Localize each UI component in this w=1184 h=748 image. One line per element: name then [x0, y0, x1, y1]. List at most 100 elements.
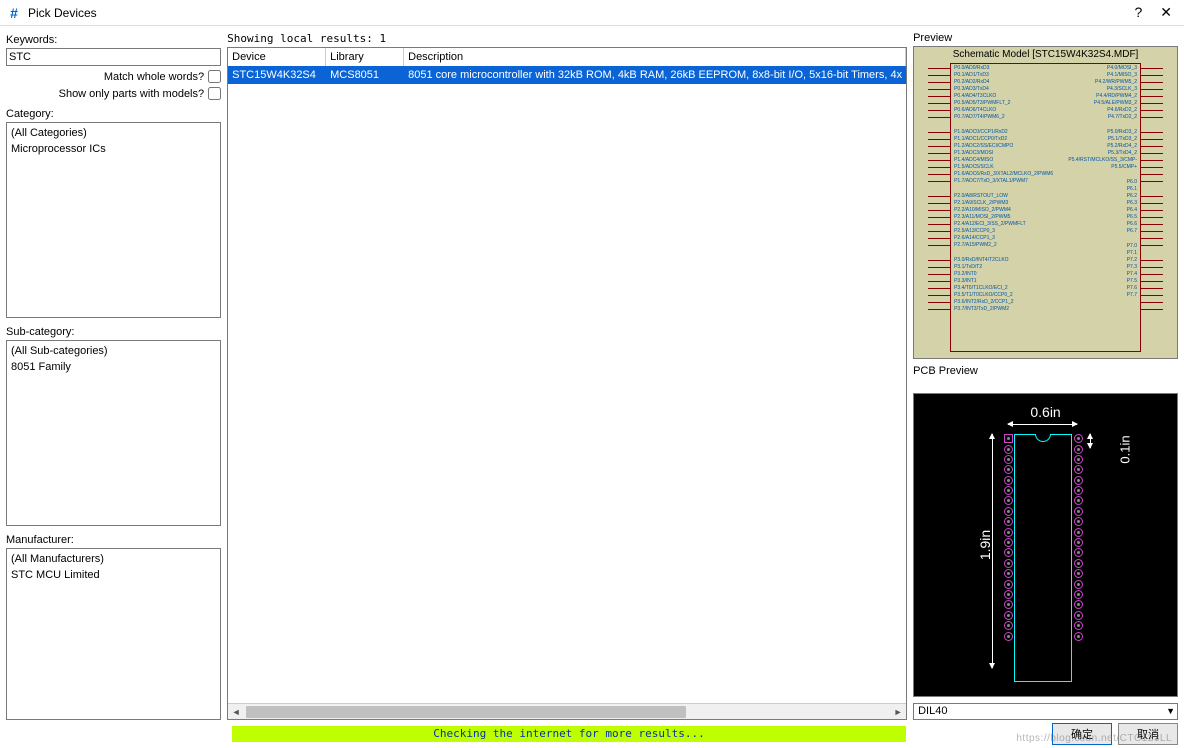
pin-label: P4.7/TxD2_2 — [1068, 114, 1137, 121]
pin-label: P2.2/A10/MISO_2/PWM4 — [954, 207, 1053, 214]
pin-line — [1141, 264, 1163, 271]
scroll-thumb[interactable] — [246, 706, 686, 718]
pin-line — [928, 93, 950, 100]
col-description[interactable]: Description — [404, 48, 906, 66]
pin-line — [928, 129, 950, 136]
pin-label: P7.7 — [1068, 292, 1137, 299]
pin-label: P7.2 — [1068, 257, 1137, 264]
pcb-dim-width: 0.6in — [914, 404, 1177, 420]
pin-line — [928, 271, 950, 278]
cell-device: STC15W4K32S4 — [228, 66, 326, 84]
pin-label: P3.6/INT2/RxD_2/CCP1_2 — [954, 299, 1053, 306]
pin-label: P0.2/AD2/RxD4 — [954, 79, 1053, 86]
scroll-left-icon[interactable]: ◄ — [228, 704, 244, 720]
ok-button[interactable]: 确定 — [1052, 723, 1112, 745]
list-item[interactable]: 8051 Family — [11, 359, 216, 375]
preview-panel: Preview Schematic Model [STC15W4K32S4.MD… — [913, 26, 1184, 720]
results-table: Device Library Description STC15W4K32S4 … — [227, 47, 907, 720]
pcb-preview: 0.6in 1.9in 0.1in — [913, 393, 1178, 697]
pin-label: P4.2/WR/PWM5_2 — [1068, 79, 1137, 86]
pcb-pad — [1004, 611, 1013, 620]
pin-line — [928, 264, 950, 271]
close-button[interactable]: ✕ — [1160, 4, 1172, 21]
scroll-right-icon[interactable]: ► — [890, 704, 906, 720]
pcb-pad — [1004, 600, 1013, 609]
pin-line — [1141, 207, 1163, 214]
pin-label: P3.5/T1/T0CLKO/CCP0_2 — [954, 292, 1053, 299]
pin-label: P6.0 — [1068, 179, 1137, 186]
pin-line — [1141, 100, 1163, 107]
match-whole-checkbox[interactable] — [208, 70, 221, 83]
pcb-pad — [1074, 455, 1083, 464]
help-button[interactable]: ? — [1134, 4, 1142, 21]
subcategory-list[interactable]: (All Sub-categories) 8051 Family — [6, 340, 221, 526]
horizontal-scrollbar[interactable]: ◄ ► — [228, 703, 906, 719]
col-library[interactable]: Library — [326, 48, 404, 66]
pcb-pad — [1074, 600, 1083, 609]
pcb-pad — [1074, 476, 1083, 485]
pin-line — [928, 143, 950, 150]
cancel-button[interactable]: 取消 — [1118, 723, 1178, 745]
cell-description: 8051 core microcontroller with 32kB ROM,… — [404, 66, 906, 84]
pin-line — [928, 65, 950, 72]
pin-label: P1.0/ADC0/CCP1/RxD2 — [954, 129, 1053, 136]
keywords-input[interactable] — [6, 48, 221, 66]
manufacturer-list[interactable]: (All Manufacturers) STC MCU Limited — [6, 548, 221, 720]
pin-label: P5.1/TxD3_2 — [1068, 136, 1137, 143]
list-item[interactable]: (All Sub-categories) — [11, 343, 216, 359]
pcb-pad — [1074, 611, 1083, 620]
list-item[interactable]: (All Manufacturers) — [11, 551, 216, 567]
pcb-pad — [1004, 465, 1013, 474]
pin-line — [928, 242, 950, 249]
pin-line — [928, 278, 950, 285]
pin-label: P0.5/AD5/T3/PWMFLT_2 — [954, 100, 1053, 107]
pcb-pad — [1074, 621, 1083, 630]
pin-line — [1141, 242, 1163, 249]
pcb-pad — [1074, 559, 1083, 568]
pin-label: P1.3/ADC3/MOSI — [954, 150, 1053, 157]
pin-label: P3.3/INT1 — [954, 278, 1053, 285]
pcb-pad — [1004, 621, 1013, 630]
results-status: Showing local results: 1 — [227, 32, 907, 45]
pin-label: P5.2/RxD4_2 — [1068, 143, 1137, 150]
match-whole-label: Match whole words? — [104, 71, 204, 83]
pin-line — [928, 292, 950, 299]
show-only-models-checkbox[interactable] — [208, 87, 221, 100]
pin-label: P1.1/ADC1/CCP0/TxD2 — [954, 136, 1053, 143]
pcb-pad — [1074, 569, 1083, 578]
pcb-pad — [1074, 632, 1083, 641]
keywords-label: Keywords: — [6, 34, 221, 46]
pin-label: P1.4/ADC4/MISO — [954, 157, 1053, 164]
pin-label: P5.4/RST/MCLKO/SS_3/CMP- — [1068, 157, 1137, 164]
pin-label: P6.3 — [1068, 200, 1137, 207]
schematic-preview: Schematic Model [STC15W4K32S4.MDF] P0.0/… — [913, 46, 1178, 359]
pcb-pad — [1004, 476, 1013, 485]
pcb-dim-height: 1.9in — [977, 530, 993, 560]
pin-line — [1141, 93, 1163, 100]
list-item[interactable]: Microprocessor ICs — [11, 141, 216, 157]
pin-line — [928, 200, 950, 207]
category-list[interactable]: (All Categories) Microprocessor ICs — [6, 122, 221, 318]
pcb-pad — [1004, 507, 1013, 516]
pin-label: P4.1/MISO_3 — [1068, 72, 1137, 79]
pin-label: P1.6/ADC6/RxD_3/XTAL2/MCLKO_2/PWM6 — [954, 171, 1053, 178]
bottom-bar: Checking the internet for more results..… — [232, 722, 1178, 746]
pin-line — [1141, 65, 1163, 72]
pin-line — [1141, 221, 1163, 228]
col-device[interactable]: Device — [228, 48, 326, 66]
pin-label: P2.5/A13/CCP0_3 — [954, 228, 1053, 235]
list-item[interactable]: STC MCU Limited — [11, 567, 216, 583]
pin-line — [928, 178, 950, 185]
pin-label: P6.5 — [1068, 214, 1137, 221]
pin-line — [928, 164, 950, 171]
pin-line — [1141, 129, 1163, 136]
pin-label: P2.4/A12/ECI_3/SS_2/PWMFLT — [954, 221, 1053, 228]
pin-label: P1.2/ADC2/SS/ECI/CMPO — [954, 143, 1053, 150]
package-select[interactable]: DIL40 ▼ — [913, 703, 1178, 720]
pin-line — [928, 285, 950, 292]
list-item[interactable]: (All Categories) — [11, 125, 216, 141]
pin-line — [1141, 171, 1163, 178]
pcb-pad — [1004, 580, 1013, 589]
table-row[interactable]: STC15W4K32S4 MCS8051 8051 core microcont… — [228, 66, 906, 84]
pcb-pad — [1004, 538, 1013, 547]
